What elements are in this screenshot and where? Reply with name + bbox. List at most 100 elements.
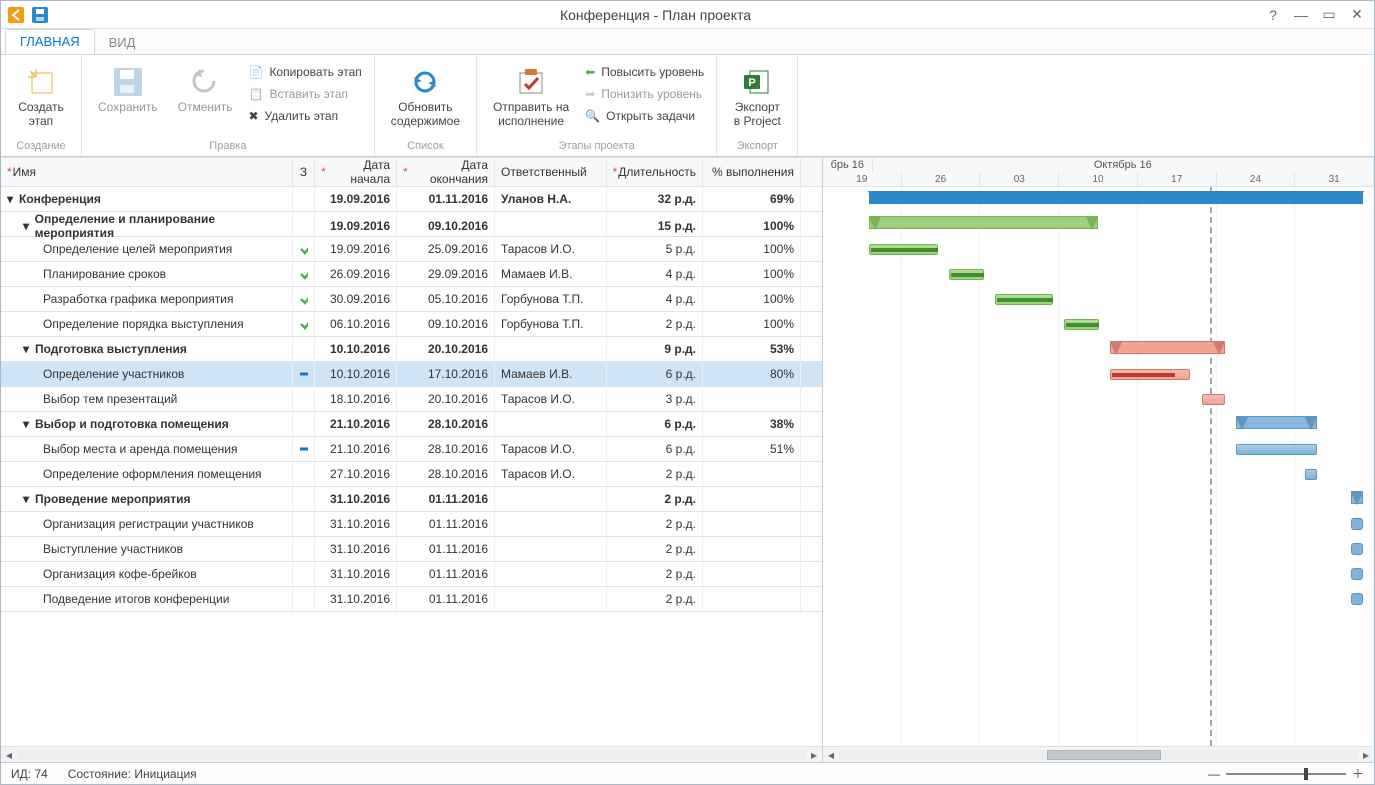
h-scrollbar-right[interactable]: ◂ ▸ — [823, 746, 1374, 762]
gantt-chart[interactable] — [823, 187, 1374, 746]
table-row[interactable]: Выбор тем презентаций18.10.201620.10.201… — [1, 387, 822, 412]
grid-body[interactable]: ▾Конференция19.09.201601.11.2016Уланов Н… — [1, 187, 822, 746]
maximize-icon[interactable]: ▭ — [1318, 6, 1340, 23]
cell-end: 29.09.2016 — [397, 262, 495, 286]
table-row[interactable]: Организация кофе-брейков31.10.201601.11.… — [1, 562, 822, 587]
gantt-task-bar[interactable] — [1236, 444, 1316, 455]
cell-responsible — [495, 412, 607, 436]
gantt-summary-bar[interactable] — [869, 216, 1099, 229]
table-row[interactable]: Определение оформления помещения27.10.20… — [1, 462, 822, 487]
table-row[interactable]: Выбор места и аренда помещения21.10.2016… — [1, 437, 822, 462]
cell-end: 01.11.2016 — [397, 587, 495, 611]
table-row[interactable]: Выступление участников31.10.201601.11.20… — [1, 537, 822, 562]
table-row[interactable]: Подведение итогов конференции31.10.20160… — [1, 587, 822, 612]
table-row[interactable]: ▾Определение и планирование мероприятия1… — [1, 212, 822, 237]
scroll-left-icon[interactable]: ◂ — [1, 748, 17, 762]
delete-stage-button[interactable]: ✖Удалить этап — [248, 107, 361, 125]
table-row[interactable]: ▾Проведение мероприятия31.10.201601.11.2… — [1, 487, 822, 512]
table-row[interactable]: ▾Конференция19.09.201601.11.2016Уланов Н… — [1, 187, 822, 212]
close-icon[interactable]: ✕ — [1346, 6, 1368, 23]
timeline-day: 19 — [823, 172, 902, 186]
cell-status — [293, 512, 315, 536]
zoom-in-icon[interactable]: ＋ — [1352, 765, 1364, 782]
gantt-task-bar[interactable] — [1110, 369, 1190, 380]
undo-button[interactable]: Отменить — [174, 63, 237, 117]
gantt-task-bar[interactable] — [869, 244, 938, 255]
gantt-task-bar[interactable] — [1305, 469, 1316, 480]
scroll-left-icon[interactable]: ◂ — [823, 748, 839, 762]
copy-icon: 📄 — [248, 65, 263, 79]
create-stage-button[interactable]: Создать этап — [13, 63, 69, 131]
cell-responsible — [495, 512, 607, 536]
table-row[interactable]: ▾Выбор и подготовка помещения21.10.20162… — [1, 412, 822, 437]
svg-text:P: P — [749, 77, 756, 89]
cell-start: 21.10.2016 — [315, 437, 397, 461]
delete-icon: ✖ — [248, 109, 258, 123]
group-list: Обновить содержимое Список — [375, 55, 477, 156]
gantt-row — [823, 287, 1374, 312]
help-icon[interactable]: ? — [1262, 7, 1284, 23]
open-tasks-button[interactable]: 🔍Открыть задачи — [585, 107, 704, 125]
paste-stage-button[interactable]: 📋Вставить этап — [248, 85, 361, 103]
level-up-button[interactable]: ⬅Повысить уровень — [585, 63, 704, 81]
table-row[interactable]: Организация регистрации участников31.10.… — [1, 512, 822, 537]
gantt-milestone[interactable] — [1351, 568, 1363, 580]
gantt-task-bar[interactable] — [1202, 394, 1225, 405]
cell-duration: 32 р.д. — [607, 187, 703, 211]
col-start[interactable]: Дата начала — [315, 158, 397, 186]
gantt-summary-bar[interactable] — [1236, 416, 1316, 429]
col-duration[interactable]: Длительность — [607, 158, 703, 186]
gantt-summary-bar[interactable] — [1351, 491, 1362, 504]
table-row[interactable]: Планирование сроков26.09.201629.09.2016М… — [1, 262, 822, 287]
cell-responsible: Уланов Н.А. — [495, 187, 607, 211]
refresh-button[interactable]: Обновить содержимое — [387, 63, 464, 131]
tab-view[interactable]: ВИД — [95, 31, 150, 54]
app-icon[interactable] — [7, 6, 25, 24]
zoom-slider[interactable]: — ＋ — [1208, 765, 1364, 782]
grid-header: Имя З Дата начала Дата окончания Ответст… — [1, 157, 822, 187]
level-down-button[interactable]: ➡Понизить уровень — [585, 85, 704, 103]
col-end[interactable]: Дата окончания — [397, 158, 495, 186]
gantt-task-bar[interactable] — [995, 294, 1052, 305]
copy-stage-button[interactable]: 📄Копировать этап — [248, 63, 361, 81]
h-scrollbar-left[interactable]: ◂ ▸ — [1, 746, 822, 762]
export-project-button[interactable]: P Экспорт в Project — [729, 63, 785, 131]
scroll-right-icon[interactable]: ▸ — [806, 748, 822, 762]
col-percent[interactable]: % выполнения — [703, 158, 801, 186]
col-name[interactable]: Имя — [1, 158, 293, 186]
table-row[interactable]: Определение целей мероприятия19.09.20162… — [1, 237, 822, 262]
cell-percent — [703, 587, 801, 611]
send-button[interactable]: Отправить на исполнение — [489, 63, 573, 131]
group-export: P Экспорт в Project Экспорт — [717, 55, 798, 156]
save-button[interactable]: Сохранить — [94, 63, 162, 117]
group-stages-caption: Этапы проекта — [489, 138, 704, 154]
cell-start: 19.09.2016 — [315, 187, 397, 211]
gantt-summary-bar[interactable] — [1110, 341, 1225, 354]
table-row[interactable]: Разработка графика мероприятия30.09.2016… — [1, 287, 822, 312]
cell-responsible: Мамаев И.В. — [495, 262, 607, 286]
scroll-thumb[interactable] — [1047, 750, 1161, 760]
save-quick-icon[interactable] — [31, 6, 49, 24]
gantt-task-bar[interactable] — [1064, 319, 1098, 330]
gantt-milestone[interactable] — [1351, 593, 1363, 605]
col-responsible[interactable]: Ответственный — [495, 158, 607, 186]
cell-end: 01.11.2016 — [397, 512, 495, 536]
gantt-task-bar[interactable] — [949, 269, 983, 280]
group-list-caption: Список — [387, 138, 464, 154]
cell-duration: 2 р.д. — [607, 537, 703, 561]
cell-end: 17.10.2016 — [397, 362, 495, 386]
window-title: Конференция - План проекта — [55, 7, 1256, 23]
cell-percent: 69% — [703, 187, 801, 211]
zoom-out-icon[interactable]: — — [1208, 767, 1220, 781]
table-row[interactable]: Определение участников10.10.201617.10.20… — [1, 362, 822, 387]
tab-main[interactable]: ГЛАВНАЯ — [5, 29, 95, 54]
col-status[interactable]: З — [293, 158, 315, 186]
gantt-milestone[interactable] — [1351, 518, 1363, 530]
gantt-milestone[interactable] — [1351, 543, 1363, 555]
gantt-row — [823, 337, 1374, 362]
gantt-summary-bar[interactable] — [869, 191, 1363, 204]
table-row[interactable]: ▾Подготовка выступления10.10.201620.10.2… — [1, 337, 822, 362]
scroll-right-icon[interactable]: ▸ — [1358, 748, 1374, 762]
minimize-icon[interactable]: — — [1290, 7, 1312, 23]
table-row[interactable]: Определение порядка выступления06.10.201… — [1, 312, 822, 337]
